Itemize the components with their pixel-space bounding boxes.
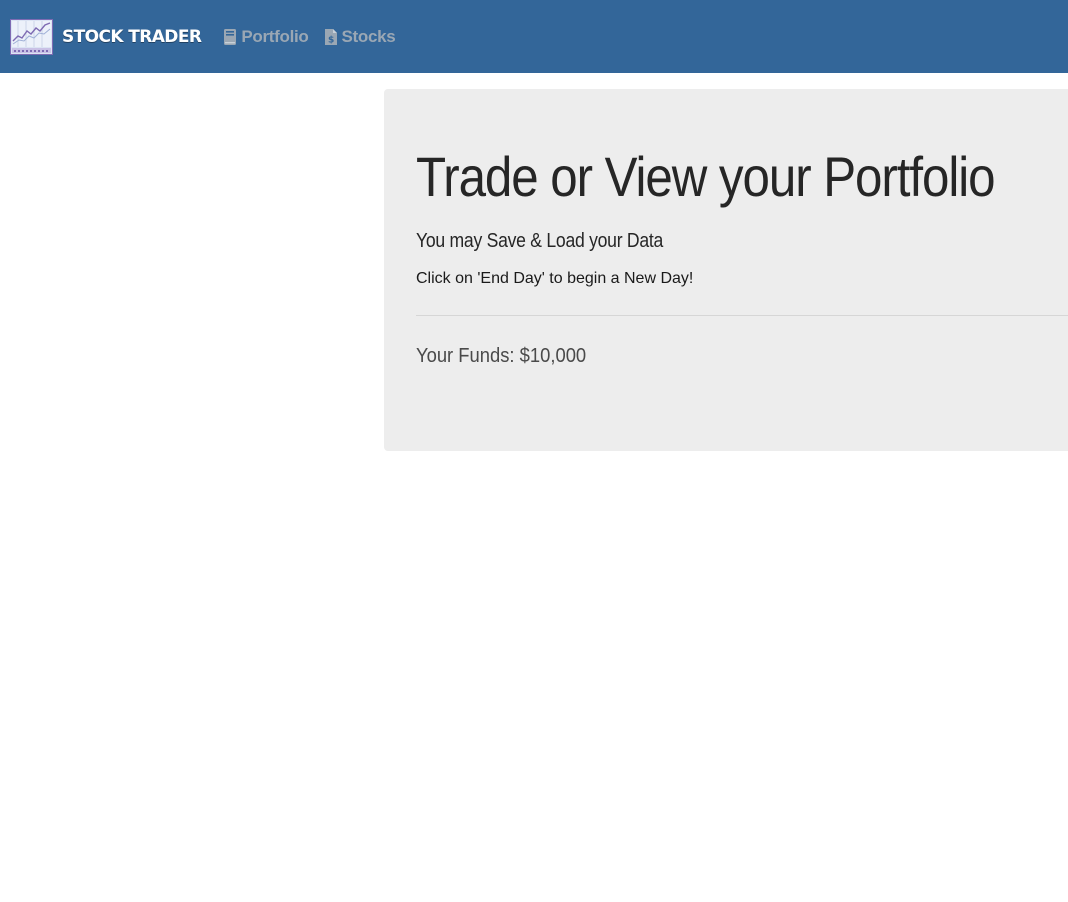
welcome-panel: Trade or View your Portfolio You may Sav… xyxy=(384,89,1068,451)
nav-link-stocks[interactable]: $ Stocks xyxy=(324,27,396,47)
navbar: STOCK TRADER Portfolio $ Stocks xyxy=(0,0,1068,73)
stock-chart-logo-icon xyxy=(10,18,53,55)
nav-link-portfolio-label: Portfolio xyxy=(241,26,309,46)
svg-text:$: $ xyxy=(328,35,334,45)
brand-title: STOCK TRADER xyxy=(62,26,202,47)
nav-links: Portfolio $ Stocks xyxy=(223,27,410,47)
nav-link-stocks-label: Stocks xyxy=(341,26,396,46)
page-subtitle: You may Save & Load your Data xyxy=(416,230,664,252)
brand-link[interactable]: STOCK TRADER xyxy=(10,18,202,55)
end-day-hint: Click on 'End Day' to begin a New Day! xyxy=(416,270,694,287)
dollar-file-icon: $ xyxy=(324,28,337,45)
book-icon xyxy=(224,28,237,45)
page-title: Trade or View your Portfolio xyxy=(416,145,996,208)
funds-display: Your Funds: $10,000 xyxy=(416,345,587,367)
nav-link-portfolio[interactable]: Portfolio xyxy=(223,26,309,47)
divider xyxy=(416,315,1068,316)
